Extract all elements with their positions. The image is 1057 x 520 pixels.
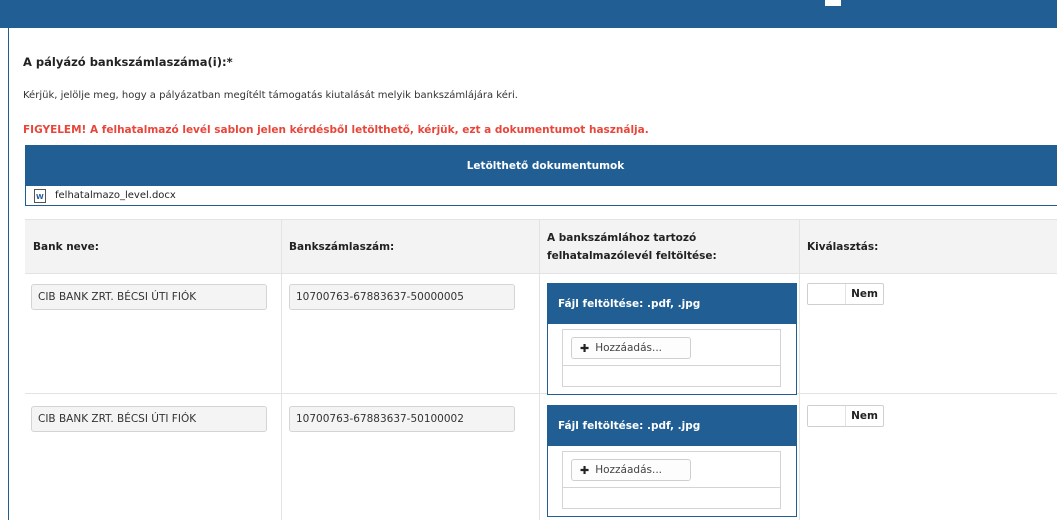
add-file-label: Hozzáadás... [595,464,663,476]
plus-icon: ✚ [580,463,590,477]
upload-title: Fájl feltöltése: .pdf, .jpg [548,284,796,324]
toggle-label: Nem [851,410,878,422]
add-file-label: Hozzáadás... [595,342,663,354]
documents-header: Letölthető dokumentumok [26,146,1057,186]
word-file-icon [34,188,46,203]
plus-icon: ✚ [580,341,590,355]
bank-name-field: CIB BANK ZRT. BÉCSI ÚTI FIÓK [31,284,267,310]
header-select: Kiválasztás: [807,241,879,253]
form-content: A pályázó bankszámlaszáma(i):* Kérjük, j… [8,28,1057,520]
toggle-handle[interactable] [808,406,846,426]
selection-toggle[interactable]: Nem [807,405,884,427]
row-divider [25,393,1057,394]
account-number-field: 10700763-67883637-50000005 [289,284,515,310]
upload-divider [563,365,780,366]
selection-toggle[interactable]: Nem [807,283,884,305]
bank-account-table: Bank neve: Bankszámlaszám: A bankszámláh… [25,219,1057,520]
column-divider [539,220,540,520]
header-upload-line2: felhatalmazólevél feltöltése: [547,250,717,262]
section-instruction: Kérjük, jelölje meg, hogy a pályázatban … [23,90,518,101]
file-upload-panel: Fájl feltöltése: .pdf, .jpg ✚ Hozzáadás.… [547,283,797,395]
toggle-handle[interactable] [808,284,846,304]
bank-name-field: CIB BANK ZRT. BÉCSI ÚTI FIÓK [31,406,267,432]
add-file-button[interactable]: ✚ Hozzáadás... [571,459,691,481]
section-title: A pályázó bankszámlaszáma(i):* [23,55,233,69]
header-upload: A bankszámlához tartozó felhatalmazólevé… [547,229,717,265]
document-link[interactable]: felhatalmazo_level.docx [26,186,1057,205]
table-header: Bank neve: Bankszámlaszám: A bankszámláh… [25,220,1057,274]
upload-dropzone[interactable]: ✚ Hozzáadás... [562,329,781,387]
upload-dropzone[interactable]: ✚ Hozzáadás... [562,451,781,509]
top-bar [0,0,1057,28]
header-upload-line1: A bankszámlához tartozó [547,232,697,244]
warning-text: FIGYELEM! A felhatalmazó levél sablon je… [23,124,649,136]
file-upload-panel: Fájl feltöltése: .pdf, .jpg ✚ Hozzáadás.… [547,405,797,517]
top-bar-tab [825,0,841,6]
downloadable-documents: Letölthető dokumentumok felhatalmazo_lev… [25,145,1057,206]
column-divider [281,220,282,520]
account-number-field: 10700763-67883637-50100002 [289,406,515,432]
add-file-button[interactable]: ✚ Hozzáadás... [571,337,691,359]
header-account-number: Bankszámlaszám: [289,241,395,253]
toggle-label: Nem [851,288,878,300]
upload-title: Fájl feltöltése: .pdf, .jpg [548,406,796,446]
header-bank-name: Bank neve: [33,241,99,253]
upload-divider [563,487,780,488]
document-name[interactable]: felhatalmazo_level.docx [55,190,176,201]
column-divider [799,220,800,520]
